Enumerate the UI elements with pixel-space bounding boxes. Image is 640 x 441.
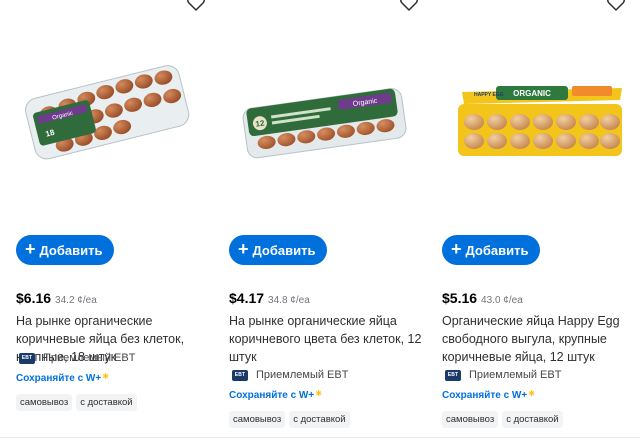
price: $4.17 [229, 290, 265, 306]
favorite-heart-icon[interactable] [186, 0, 206, 12]
favorite-heart-icon[interactable] [606, 0, 626, 12]
product-image[interactable]: Organic 18 [14, 52, 194, 172]
product-title[interactable]: На рынке органические яйца коричневого ц… [229, 312, 429, 366]
plus-icon: + [25, 239, 36, 259]
price-row: $5.16 43.0 ¢/ea [442, 290, 523, 306]
price: $6.16 [16, 290, 52, 306]
product-card-3[interactable]: ORGANIC HAPPY EGG + Добавить $5.16 43.0 … [442, 0, 640, 441]
product-image[interactable]: ORGANIC HAPPY EGG [452, 52, 632, 172]
walmart-plus-savings-link[interactable]: Сохраняйте с W+ ✱ [442, 388, 535, 402]
fulfillment-chips: самовывоз с доставкой [229, 411, 350, 428]
delivery-chip: с доставкой [502, 411, 563, 428]
spark-icon: ✱ [315, 388, 322, 398]
delivery-chip: с доставкой [289, 411, 350, 428]
pickup-chip: самовывоз [16, 394, 73, 411]
product-image[interactable]: Organic 12 [235, 52, 415, 172]
product-card-2[interactable]: Organic 12 + Добавить $4.17 34.8 ¢/ea На… [229, 0, 429, 441]
ebt-eligibility: EBT Приемлемый EBT [232, 369, 348, 381]
unit-price: 34.2 ¢/ea [55, 295, 97, 306]
unit-price: 43.0 ¢/ea [481, 295, 523, 306]
ebt-eligibility: EBT Приемлемый EBT [19, 352, 135, 364]
spark-icon: ✱ [102, 371, 109, 381]
ebt-card-icon: EBT [232, 369, 248, 381]
fulfillment-chips: самовывоз с доставкой [16, 394, 137, 411]
plus-icon: + [451, 239, 462, 259]
add-to-cart-button[interactable]: + Добавить [229, 235, 328, 265]
add-to-cart-button[interactable]: + Добавить [16, 235, 115, 265]
unit-price: 34.8 ¢/ea [268, 295, 310, 306]
svg-text:12: 12 [255, 119, 266, 129]
pickup-chip: самовывоз [229, 411, 286, 428]
walmart-plus-savings-link[interactable]: Сохраняйте с W+ ✱ [16, 371, 109, 385]
walmart-plus-savings-link[interactable]: Сохраняйте с W+ ✱ [229, 388, 322, 402]
divider [0, 437, 640, 438]
delivery-chip: с доставкой [76, 394, 137, 411]
spark-icon: ✱ [528, 388, 535, 398]
svg-text:HAPPY EGG: HAPPY EGG [474, 92, 504, 98]
add-to-cart-button[interactable]: + Добавить [442, 235, 541, 265]
price: $5.16 [442, 290, 478, 306]
product-title[interactable]: Органические яйца Happy Egg свободного в… [442, 312, 640, 366]
plus-icon: + [238, 239, 249, 259]
price-row: $6.16 34.2 ¢/ea [16, 290, 97, 306]
product-card-1[interactable]: Organic 18 + Добавить $6.16 34.2 ¢/ea На… [16, 0, 216, 441]
price-row: $4.17 34.8 ¢/ea [229, 290, 310, 306]
fulfillment-chips: самовывоз с доставкой [442, 411, 563, 428]
pickup-chip: самовывоз [442, 411, 499, 428]
favorite-heart-icon[interactable] [399, 0, 419, 12]
ebt-card-icon: EBT [445, 369, 461, 381]
svg-text:ORGANIC: ORGANIC [513, 89, 551, 98]
ebt-eligibility: EBT Приемлемый EBT [445, 369, 561, 381]
ebt-card-icon: EBT [19, 352, 35, 364]
